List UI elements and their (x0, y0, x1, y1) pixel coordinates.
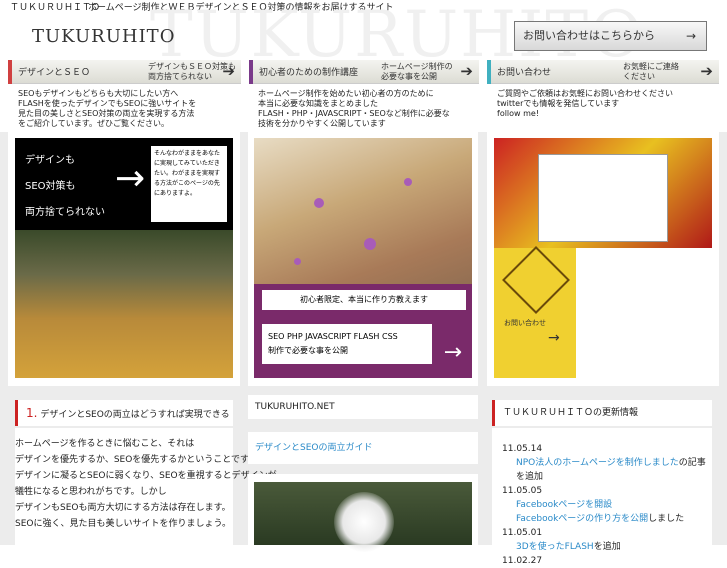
header: TUKURUHITO TUKURUHITO お問い合わせはこちらから → (0, 0, 727, 72)
news-date: 11.05.14 (502, 444, 543, 454)
news-item: Facebookページの作り方を公開しました (516, 514, 685, 524)
site-label: ＴＵＫＵＲＵＨＩＴＯ (10, 3, 101, 13)
banner-topics: SEO PHP JAVASCRIPT FLASH CSS 制作で必要な事を公開 (262, 324, 432, 364)
arrow-right-icon: → (548, 330, 560, 346)
news-item: 11.05.14 NPO法人のホームページを制作しましたの記事を追加 (502, 442, 712, 484)
news-link[interactable]: Facebookページの作り方を公開 (516, 514, 648, 524)
article-paragraph: デザインを優先するか、SEOを優先するかということです。 (15, 455, 258, 465)
news-link[interactable]: NPO法人のホームページを制作しました (516, 458, 679, 468)
design-seo-banner[interactable]: デザインも SEO対策も 両方捨てられない → そんなわがままをあなたに実現して… (15, 138, 233, 230)
tab-subtitle: お気軽にご連絡 ください (623, 62, 679, 81)
tab-contact[interactable]: お問い合わせ お気軽にご連絡 ください ➔ (487, 60, 719, 84)
photo-panel (248, 474, 478, 552)
arrow-right-icon: ➔ (460, 62, 473, 80)
site-logo[interactable]: TUKURUHITO (32, 26, 175, 47)
tab-accent (487, 60, 491, 84)
contact-button[interactable]: お問い合わせはこちらから → (514, 21, 707, 51)
news-link[interactable]: Facebookページを開設 (516, 500, 612, 510)
guide-link[interactable]: デザインとSEOの両立ガイド (248, 432, 478, 464)
desc-contact: ご質問やご依頼はお気軽にお問い合わせください twitterでも情報を発信していま… (497, 89, 673, 118)
tab-title: 初心者のための制作講座 (259, 68, 359, 78)
article-paragraph: デザインに凝るとSEOに弱くなり、SEOを重視するとデザインが (15, 471, 277, 481)
screenshot-thumbnail (538, 154, 668, 242)
tab-subtitle: ホームページ制作の 必要な事を公開 (381, 62, 453, 81)
tab-beginner-course[interactable]: 初心者のための制作講座 ホームページ制作の 必要な事を公開 ➔ (249, 60, 479, 84)
article-paragraph: デザインもSEOも両方大切にする方法は存在します。 (15, 503, 231, 513)
news-item: 11.05.05 Facebookページを開設 (502, 484, 712, 512)
banner-text: デザインも SEO対策も 両方捨てられない (25, 155, 105, 218)
tab-design-seo[interactable]: デザインとＳＥＯ デザインもＳＥＯ対策も 両方捨てられない ➔ (8, 60, 241, 84)
autumn-leaves-photo (15, 230, 233, 378)
tab-accent (249, 60, 253, 84)
news-date: 11.02.27 (502, 556, 543, 566)
tab-title: デザインとＳＥＯ (18, 68, 91, 78)
dandelion-photo (254, 482, 472, 552)
news-heading: ＴＵＫＵＲＵＨＩＴＯの更新情報 (492, 400, 712, 426)
news-list: 11.05.14 NPO法人のホームページを制作しましたの記事を追加 11.05… (492, 428, 712, 566)
arrow-right-icon: → (443, 340, 462, 365)
news-date: 11.05.01 (502, 528, 543, 538)
article-paragraph: 犠牲になると思われがちです。しかし (15, 487, 167, 497)
beginner-course-banner[interactable]: 初心者限定、本当に作り方教えます SEO PHP JAVASCRIPT FLAS… (254, 138, 472, 378)
desc-beginner-course: ホームページ制作を始めたい初心者の方のために 本当に必要な知識をまとめました FL… (258, 89, 450, 128)
news-link[interactable]: 3Dを使ったFLASH (516, 542, 594, 552)
contact-button-label: お問い合わせはこちらから (523, 29, 655, 42)
contact-banner-label: お問い合わせ (504, 319, 546, 327)
arrow-right-icon: ➔ (700, 62, 713, 80)
arrow-right-icon: ➔ (222, 62, 235, 80)
banner-overlay: 初心者限定、本当に作り方教えます SEO PHP JAVASCRIPT FLAS… (254, 284, 472, 378)
site-screenshot-banner[interactable] (494, 138, 712, 248)
banner-caption: 初心者限定、本当に作り方教えます (262, 290, 466, 310)
article-body: ホームページを作るときに悩むこと、それは デザインを優先するか、SEOを優先する… (15, 428, 277, 545)
tab-accent (8, 60, 12, 84)
tab-title: お問い合わせ (497, 68, 552, 78)
banner-note: そんなわがままをあなたに実現してみていただきたい。わがままを実現する方法がこのペ… (151, 146, 227, 222)
news-date: 11.05.05 (502, 486, 543, 496)
site-title-box: TUKURUHITO.NET (248, 395, 478, 419)
news-item: 11.02.27 (502, 554, 712, 568)
arrow-right-icon: → (685, 29, 696, 43)
article-paragraph: SEOに強く、見た目も美しいサイトを作りましょう。 (15, 519, 231, 529)
article-paragraph: ホームページを作るときに悩むこと、それは (15, 439, 195, 449)
arrow-right-icon: → (115, 158, 146, 199)
desc-design-seo: SEOもデザインもどちらも大切にしたい方へ FLASHを使ったデザインでもSEOに… (18, 89, 197, 128)
contact-banner[interactable]: お問い合わせ → (494, 246, 576, 378)
article-number: 1. (26, 406, 38, 420)
news-item: 11.05.01 3Dを使ったFLASHを追加 (502, 526, 712, 554)
article-heading: 1. デザインとSEOの両立はどうすれば実現できるのか (15, 400, 233, 446)
ornament-icon (502, 246, 570, 314)
